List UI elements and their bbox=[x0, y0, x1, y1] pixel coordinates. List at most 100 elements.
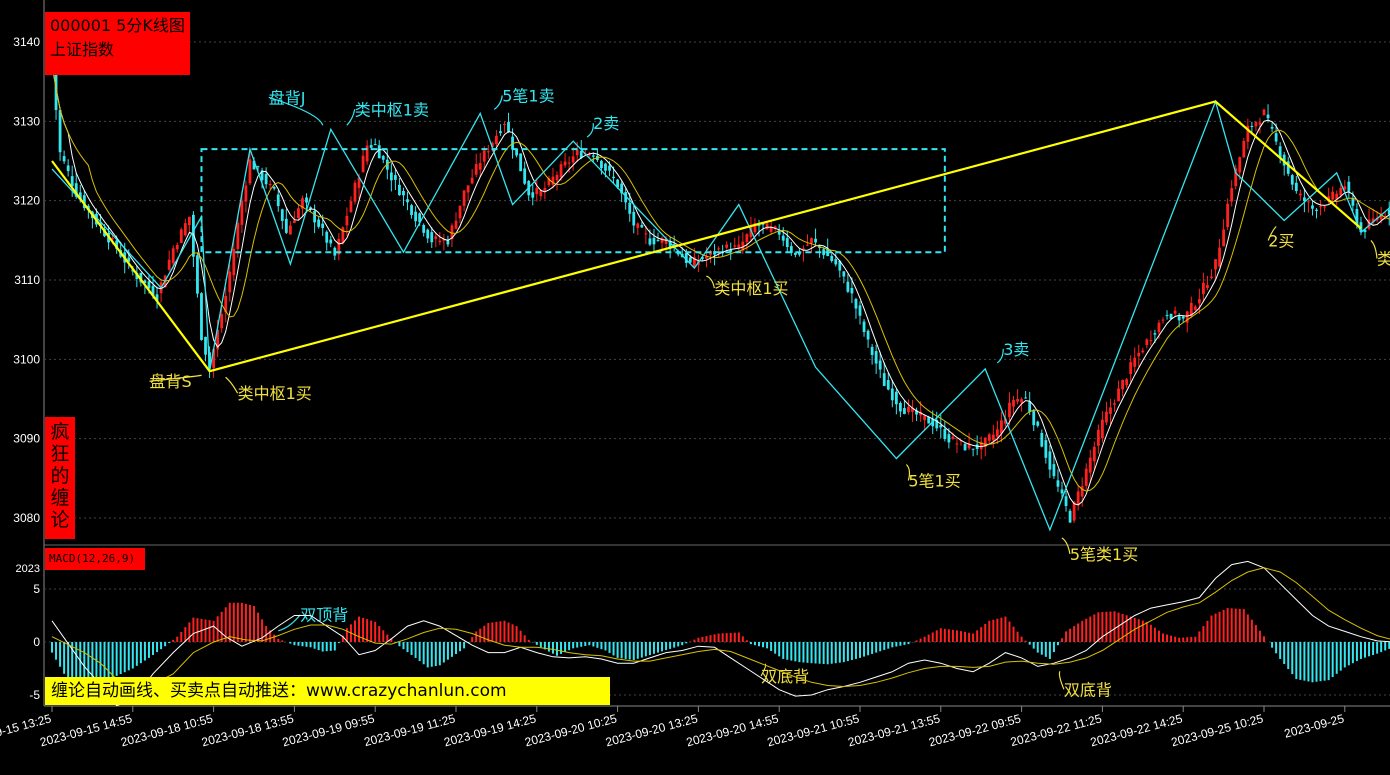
candle-body bbox=[321, 223, 325, 228]
candle-body bbox=[341, 227, 345, 244]
annotation-label: 5笔1买 bbox=[908, 472, 960, 491]
candle-body bbox=[1024, 397, 1028, 399]
candle-body bbox=[903, 408, 906, 415]
annotation-label: 盘背J bbox=[269, 88, 306, 107]
side-banner-char: 论 bbox=[50, 509, 70, 531]
candle-body bbox=[894, 391, 898, 405]
candle-body bbox=[345, 215, 349, 226]
time-tick-label: 2023-09-22 14:25 bbox=[1089, 711, 1184, 749]
candle-body bbox=[1121, 380, 1124, 390]
price-tick-label: 3120 bbox=[13, 194, 40, 208]
candle-body bbox=[785, 238, 789, 248]
candle-body bbox=[228, 271, 232, 293]
side-banner-char: 的 bbox=[50, 465, 70, 487]
candle-body bbox=[179, 229, 183, 243]
candle-body bbox=[733, 245, 737, 247]
candle-body bbox=[470, 177, 474, 184]
candle-body bbox=[458, 205, 462, 219]
candle-body bbox=[297, 208, 300, 219]
candle-body bbox=[834, 259, 838, 265]
candle-body bbox=[422, 225, 426, 233]
candle-body bbox=[1266, 114, 1270, 119]
candle-body bbox=[474, 164, 478, 175]
candle-body bbox=[1076, 491, 1080, 505]
candle-body bbox=[1113, 403, 1116, 405]
promo-banner[interactable]: 缠论自动画线、买卖点自动推送：www.crazychanlun.com bbox=[45, 677, 610, 705]
candle-body bbox=[870, 346, 874, 355]
time-tick-label: 2023-09-20 13:25 bbox=[604, 711, 699, 749]
candle-body bbox=[495, 135, 498, 145]
candle-body bbox=[1133, 357, 1137, 367]
candle-body bbox=[62, 156, 66, 162]
chart-canvas[interactable]: 盘背J类中枢1卖5笔1卖2卖类中枢1买盘背S类中枢1买3卖5笔1买5笔类1买2买… bbox=[0, 0, 1390, 775]
candle-body bbox=[539, 190, 543, 197]
candle-body bbox=[248, 159, 252, 184]
price-tick-label: 3080 bbox=[13, 511, 40, 525]
candle-body bbox=[446, 240, 450, 245]
candle-body bbox=[1298, 193, 1302, 196]
macd-tick-label: -5 bbox=[29, 688, 40, 702]
candle-body bbox=[1202, 282, 1205, 295]
candle-body bbox=[1270, 126, 1274, 129]
candle-body bbox=[1125, 379, 1129, 386]
candle-body bbox=[1141, 350, 1145, 353]
candle-body bbox=[632, 211, 636, 226]
candle-body bbox=[293, 220, 296, 223]
candle-body bbox=[636, 223, 640, 228]
candle-body bbox=[991, 434, 995, 441]
candle-body bbox=[1226, 203, 1230, 227]
candle-body bbox=[765, 223, 769, 230]
candle-body bbox=[220, 314, 224, 329]
candle-body bbox=[430, 232, 434, 243]
candle-body bbox=[482, 150, 486, 162]
segment-line bbox=[51, 100, 1362, 373]
candle-body bbox=[264, 173, 268, 185]
chart-title: 000001 5分K线图 bbox=[50, 16, 185, 35]
candle-body bbox=[830, 255, 834, 262]
price-tick-label: 3110 bbox=[14, 273, 40, 287]
candle-body bbox=[394, 175, 397, 180]
candle-body bbox=[810, 238, 813, 244]
candle-body bbox=[1323, 206, 1326, 208]
candle-body bbox=[434, 236, 438, 240]
candle-body bbox=[1311, 205, 1314, 209]
candle-body bbox=[1258, 122, 1262, 125]
candle-body bbox=[1101, 419, 1104, 439]
candle-body bbox=[280, 209, 284, 221]
candle-body bbox=[196, 255, 199, 294]
chart-subtitle: 上证指数 bbox=[50, 40, 115, 59]
candle-body bbox=[1206, 284, 1209, 289]
price-tick-label: 3100 bbox=[13, 352, 40, 366]
candle-body bbox=[862, 321, 866, 332]
candle-body bbox=[519, 153, 523, 172]
candle-body bbox=[1064, 496, 1068, 506]
candle-body bbox=[846, 281, 850, 292]
candle-body bbox=[1262, 109, 1266, 116]
candle-body bbox=[1307, 201, 1310, 203]
candle-body bbox=[644, 233, 648, 235]
annotation-label: 盘背S bbox=[150, 372, 192, 391]
candle-body bbox=[943, 429, 947, 439]
candle-body bbox=[567, 162, 571, 164]
annotation-label: 5笔类1买 bbox=[1070, 545, 1138, 564]
candle-body bbox=[1052, 464, 1056, 477]
side-banner-char: 疯 bbox=[50, 421, 70, 443]
candle-body bbox=[947, 434, 951, 443]
candle-body bbox=[652, 237, 656, 245]
candle-body bbox=[369, 144, 373, 148]
time-tick-label: 2023-09-22 11:25 bbox=[1009, 711, 1104, 749]
candle-body bbox=[402, 191, 405, 196]
candle-body bbox=[175, 244, 179, 250]
candle-body bbox=[1145, 339, 1149, 346]
candle-body bbox=[745, 234, 749, 243]
candle-body bbox=[1218, 247, 1221, 267]
macd-tick-label: 0 bbox=[33, 635, 40, 649]
candle-body bbox=[854, 298, 858, 309]
candle-body bbox=[466, 185, 470, 193]
candle-body bbox=[398, 184, 401, 196]
candle-body bbox=[648, 238, 652, 245]
candle-body bbox=[499, 131, 502, 134]
candle-body bbox=[1129, 362, 1133, 375]
candle-body bbox=[882, 373, 886, 386]
candle-body bbox=[1016, 398, 1019, 402]
